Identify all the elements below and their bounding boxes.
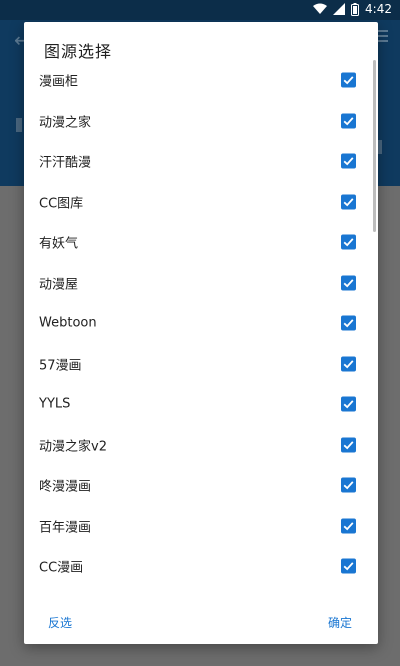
list-item[interactable]: 57漫画 <box>24 344 378 385</box>
checkbox-checked[interactable] <box>341 234 356 250</box>
list-item[interactable]: 漫画柜 <box>24 60 378 101</box>
list-item[interactable]: Webtoon <box>24 303 378 344</box>
checkbox-checked[interactable] <box>341 72 356 88</box>
signal-icon <box>333 3 346 15</box>
checkbox-checked[interactable] <box>341 558 356 574</box>
list-item[interactable]: 百年漫画 <box>24 506 378 547</box>
list-item[interactable]: 动漫之家 <box>24 101 378 142</box>
list-item[interactable]: YYLS <box>24 384 378 425</box>
list-item-label: Webtoon <box>39 315 97 331</box>
list-item[interactable]: CC图库 <box>24 182 378 223</box>
list-item-label: 动漫之家v2 <box>39 439 107 455</box>
source-list: 漫画柜 动漫之家 汗汗酷漫 CC图库 有妖气 动漫屋 Webtoon 57漫画 … <box>24 60 378 600</box>
checkbox-checked[interactable] <box>341 315 356 331</box>
list-item-label: CC图库 <box>39 196 84 212</box>
list-item[interactable]: 汗汗酷漫 <box>24 141 378 182</box>
list-item[interactable]: 动漫之家v2 <box>24 425 378 466</box>
list-item-label: 漫画柜 <box>39 74 79 90</box>
status-time: 4:42 <box>365 2 392 16</box>
checkbox-checked[interactable] <box>341 356 356 372</box>
scrollbar[interactable] <box>373 60 376 232</box>
checkbox-checked[interactable] <box>341 518 356 534</box>
checkbox-checked[interactable] <box>341 477 356 493</box>
checkbox-checked[interactable] <box>341 437 356 453</box>
dialog-title: 图源选择 <box>44 42 113 61</box>
source-selection-dialog: 图源选择 漫画柜 动漫之家 汗汗酷漫 CC图库 有妖气 动漫屋 Webtoon … <box>24 22 378 644</box>
checkbox-checked[interactable] <box>341 194 356 210</box>
checkbox-checked[interactable] <box>341 153 356 169</box>
list-item-label: 有妖气 <box>39 236 79 252</box>
list-item-label: 动漫屋 <box>39 277 79 293</box>
list-item-label: 百年漫画 <box>39 520 92 536</box>
status-bar: 4:42 <box>0 0 400 20</box>
checkbox-checked[interactable] <box>341 275 356 291</box>
list-item-label: 57漫画 <box>39 358 82 374</box>
dialog-actions: 反选 确定 <box>24 606 378 636</box>
screen: ← 4:42 图源选择 漫画柜 动漫之家 汗汗酷漫 CC图库 有妖气 动漫屋 W… <box>0 0 400 666</box>
list-item[interactable]: 咚漫漫画 <box>24 465 378 506</box>
list-item[interactable]: CC漫画 <box>24 546 378 587</box>
list-item-label: 动漫之家 <box>39 115 92 131</box>
list-item-label: 汗汗酷漫 <box>39 155 92 171</box>
invert-selection-button[interactable]: 反选 <box>42 610 78 635</box>
list-item-label: YYLS <box>39 396 71 412</box>
checkbox-checked[interactable] <box>341 113 356 129</box>
list-item-label: 咚漫漫画 <box>39 479 92 495</box>
confirm-button[interactable]: 确定 <box>322 610 358 635</box>
battery-icon <box>351 2 360 16</box>
wifi-icon <box>313 3 328 14</box>
list-item-label: CC漫画 <box>39 560 84 576</box>
list-item[interactable]: 有妖气 <box>24 222 378 263</box>
list-item[interactable]: 动漫屋 <box>24 263 378 304</box>
checkbox-checked[interactable] <box>341 396 356 412</box>
background-element <box>16 118 22 132</box>
